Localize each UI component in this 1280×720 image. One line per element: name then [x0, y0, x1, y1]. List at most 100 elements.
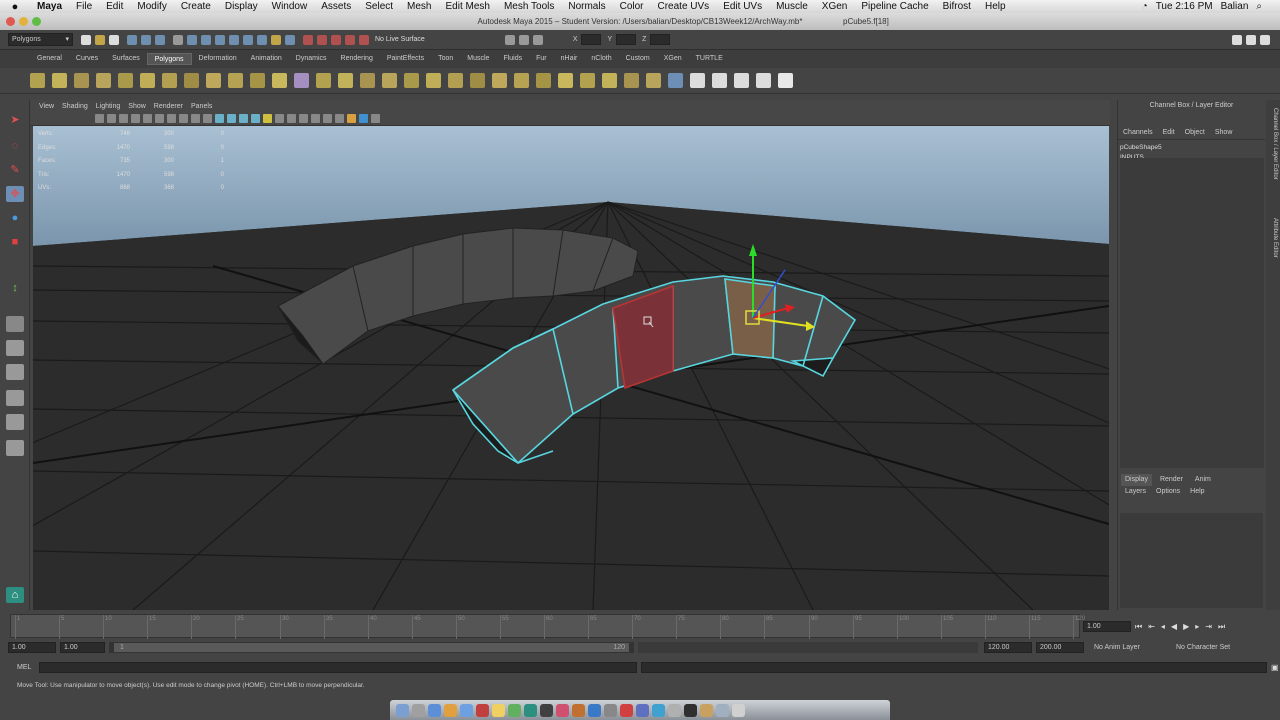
- panel-menu-shading[interactable]: Shading: [58, 103, 92, 110]
- hierarchy-mode-icon[interactable]: [127, 34, 137, 45]
- panel-menu-panels[interactable]: Panels: [187, 103, 216, 110]
- shape-node[interactable]: pCubeShape5: [1120, 143, 1263, 153]
- grid-icon[interactable]: [131, 114, 140, 123]
- play-forwards-icon[interactable]: ▶: [1183, 622, 1189, 631]
- menu-create-uvs[interactable]: Create UVs: [651, 1, 717, 12]
- command-input[interactable]: [39, 661, 637, 673]
- last-tool-icon[interactable]: ↕: [6, 280, 24, 296]
- outliner-icon[interactable]: ⌂: [6, 587, 24, 603]
- persp-hypershade-layout-icon[interactable]: [6, 414, 24, 430]
- firefox-icon[interactable]: [444, 703, 457, 717]
- finder-icon[interactable]: [396, 703, 409, 717]
- mail-icon[interactable]: [460, 703, 473, 717]
- move-tool-icon[interactable]: ✥: [6, 186, 24, 202]
- menu-create[interactable]: Create: [174, 1, 218, 12]
- menu-modify[interactable]: Modify: [130, 1, 173, 12]
- render-view-icon[interactable]: [504, 34, 515, 45]
- mask-misc-icon[interactable]: [271, 34, 281, 45]
- safari-icon[interactable]: [428, 703, 441, 717]
- panel-menu-show[interactable]: Show: [124, 103, 150, 110]
- shelf-tab-turtle[interactable]: TURTLE: [689, 53, 730, 65]
- script-editor-icon[interactable]: ▣: [1271, 663, 1279, 672]
- panel-menu-view[interactable]: View: [35, 103, 58, 110]
- layout-uv-icon[interactable]: [756, 73, 771, 88]
- play-backwards-icon[interactable]: ◀: [1171, 622, 1177, 631]
- photoshop-icon[interactable]: [684, 703, 697, 717]
- minimize-window-button[interactable]: [19, 17, 28, 26]
- planar-map-icon[interactable]: [668, 73, 683, 88]
- snap-grid-icon[interactable]: [303, 34, 313, 45]
- clock[interactable]: Tue 2:16 PM: [1156, 1, 1213, 12]
- rotate-tool-icon[interactable]: ●: [6, 210, 24, 226]
- unfold-icon[interactable]: [734, 73, 749, 88]
- quadrangulate-icon[interactable]: [602, 73, 617, 88]
- paint-select-tool-icon[interactable]: ✎: [6, 162, 24, 178]
- menu-bifrost[interactable]: Bifrost: [936, 1, 978, 12]
- render-frame-icon[interactable]: [518, 34, 529, 45]
- soften-edge-icon[interactable]: [624, 73, 639, 88]
- side-tab-channel-box[interactable]: Channel Box / Layer Editor: [1268, 108, 1278, 180]
- persp-outliner-layout-icon[interactable]: [6, 390, 24, 406]
- app-store-icon[interactable]: [588, 703, 601, 717]
- resolution-gate-icon[interactable]: [155, 114, 164, 123]
- menu-muscle[interactable]: Muscle: [769, 1, 815, 12]
- playback-end-field[interactable]: 120.00: [984, 641, 1032, 653]
- wireframe-icon[interactable]: [215, 114, 224, 123]
- messages-icon[interactable]: [508, 703, 521, 717]
- shelf-tab-curves[interactable]: Curves: [69, 53, 105, 65]
- channel-box-menu-channels[interactable]: Channels: [1123, 129, 1153, 136]
- toggle-tool-settings-icon[interactable]: [1246, 34, 1256, 45]
- menu-edit-mesh[interactable]: Edit Mesh: [438, 1, 496, 12]
- poly-torus-icon[interactable]: [140, 73, 155, 88]
- single-perspective-layout-icon[interactable]: [6, 316, 24, 332]
- triangulate-icon[interactable]: [580, 73, 595, 88]
- side-tab-attribute-editor[interactable]: Attribute Editor: [1268, 218, 1278, 258]
- channel-box-menu-show[interactable]: Show: [1215, 129, 1233, 136]
- extrude-icon[interactable]: [316, 73, 331, 88]
- shelf-tab-deformation[interactable]: Deformation: [192, 53, 244, 65]
- mask-surfaces-icon[interactable]: [215, 34, 225, 45]
- channel-box-menu-edit[interactable]: Edit: [1163, 129, 1175, 136]
- anti-aliasing-icon[interactable]: [311, 114, 320, 123]
- mask-deformers-icon[interactable]: [229, 34, 239, 45]
- step-back-frame-icon[interactable]: ◂: [1161, 622, 1165, 631]
- toggle-attribute-editor-icon[interactable]: [1232, 34, 1242, 45]
- snap-point-icon[interactable]: [331, 34, 341, 45]
- make-live-icon[interactable]: [359, 34, 369, 45]
- shelf-tab-toon[interactable]: Toon: [431, 53, 460, 65]
- downloads-stack-icon[interactable]: [700, 703, 713, 717]
- zoom-window-button[interactable]: [32, 17, 41, 26]
- poly-cube-icon[interactable]: [52, 73, 67, 88]
- depth-of-field-icon[interactable]: [323, 114, 332, 123]
- preview-icon[interactable]: [636, 703, 649, 717]
- menu-mesh-tools[interactable]: Mesh Tools: [497, 1, 561, 12]
- layer-menu-options[interactable]: Options: [1156, 486, 1180, 498]
- shelf-tab-custom[interactable]: Custom: [619, 53, 657, 65]
- sculpt-icon[interactable]: [536, 73, 551, 88]
- shelf-tab-nhair[interactable]: nHair: [554, 53, 585, 65]
- end-time-field[interactable]: 200.00: [1036, 641, 1084, 653]
- layer-menu-help[interactable]: Help: [1190, 486, 1204, 498]
- delete-edge-icon[interactable]: [492, 73, 507, 88]
- film-gate-icon[interactable]: [143, 114, 152, 123]
- separate-icon[interactable]: [184, 73, 199, 88]
- terminal-icon[interactable]: [540, 703, 553, 717]
- anim-layer-selector[interactable]: No Anim Layer: [1090, 644, 1166, 651]
- layer-tab-display[interactable]: Display: [1121, 474, 1152, 486]
- use-all-lights-icon[interactable]: [263, 114, 272, 123]
- toggle-channel-box-icon[interactable]: [1260, 34, 1270, 45]
- launchpad-icon[interactable]: [412, 703, 425, 717]
- itunes-icon[interactable]: [556, 703, 569, 717]
- menu-display[interactable]: Display: [218, 1, 265, 12]
- hypershade-icon[interactable]: [778, 73, 793, 88]
- wireframe-on-shaded-icon[interactable]: [239, 114, 248, 123]
- layer-tab-anim[interactable]: Anim: [1191, 474, 1215, 486]
- ipr-render-icon[interactable]: [532, 34, 543, 45]
- menu-window[interactable]: Window: [265, 1, 315, 12]
- mask-locators-icon[interactable]: [285, 34, 295, 45]
- reduce-icon[interactable]: [558, 73, 573, 88]
- documents-stack-icon[interactable]: [716, 703, 729, 717]
- camera-attributes-icon[interactable]: [95, 114, 104, 123]
- isolate-select-icon[interactable]: [335, 114, 344, 123]
- menu-help[interactable]: Help: [978, 1, 1013, 12]
